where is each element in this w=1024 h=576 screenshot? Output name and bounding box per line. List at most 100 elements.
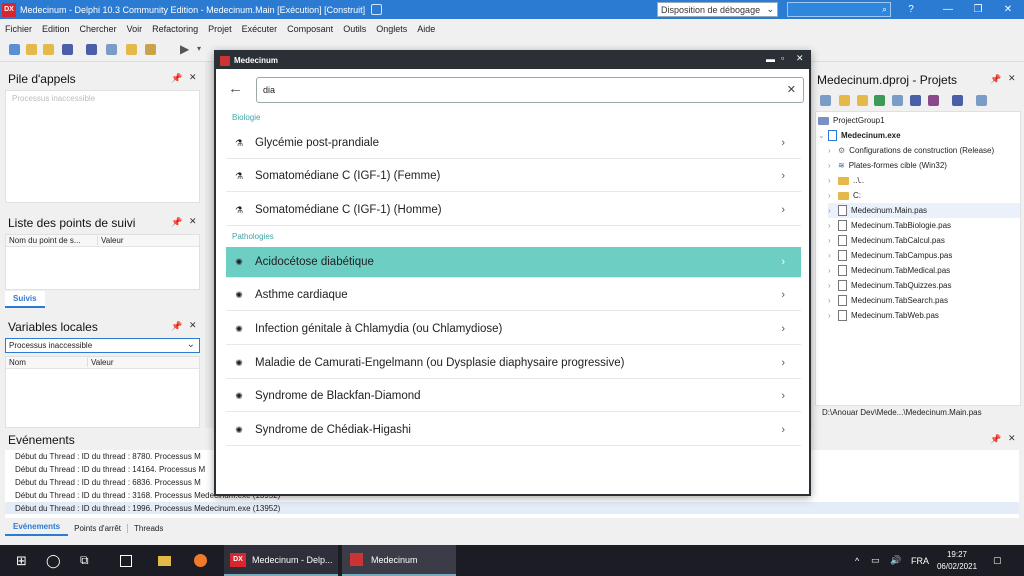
tree-item[interactable]: › Medecinum.TabSearch.pas: [828, 293, 1020, 308]
minimize-icon[interactable]: ▬: [766, 54, 775, 64]
pin-icon[interactable]: 📌: [171, 73, 182, 84]
menu-projet[interactable]: Projet: [208, 24, 232, 34]
tab-threads[interactable]: Threads: [128, 524, 169, 533]
volume-icon[interactable]: 🔊: [890, 545, 901, 576]
back-arrow-icon[interactable]: ←: [228, 80, 243, 97]
taskbar-app-delphi[interactable]: DX Medecinum - Delp...: [224, 545, 338, 576]
project-build-icon[interactable]: [910, 95, 921, 106]
tree-group[interactable]: ProjectGroup1: [818, 113, 1020, 128]
save-icon[interactable]: [62, 44, 73, 55]
help-button[interactable]: ?: [896, 0, 926, 19]
result-item[interactable]: ✺ Maladie de Camurati-Engelmann (ou Dyspl…: [226, 348, 801, 379]
add-folder-icon[interactable]: [126, 44, 137, 55]
project-open-icon[interactable]: [857, 95, 868, 106]
menu-aide[interactable]: Aide: [417, 24, 435, 34]
tab-points-arret[interactable]: Points d'arrêt: [68, 523, 129, 533]
taskbar-app-medecinum[interactable]: Medecinum: [342, 545, 456, 576]
run-icon[interactable]: ▶: [180, 42, 189, 56]
firefox-icon[interactable]: [194, 545, 207, 576]
project-add-icon[interactable]: [820, 95, 831, 106]
clock[interactable]: 19:27 06/02/2021: [937, 545, 977, 576]
search-input[interactable]: dia ✕: [256, 77, 804, 103]
project-folder-icon[interactable]: [839, 95, 850, 106]
result-item[interactable]: ⚗ Somatomédiane C (IGF-1) (Homme) ›: [226, 195, 801, 226]
menu-outils[interactable]: Outils: [343, 24, 366, 34]
close-icon[interactable]: ✕: [1008, 433, 1016, 444]
pin-icon[interactable]: 📌: [171, 321, 182, 332]
close-icon[interactable]: ✕: [189, 72, 197, 83]
windows-start-icon[interactable]: ⊞: [16, 545, 27, 576]
close-button[interactable]: ✕: [993, 0, 1023, 19]
tree-item[interactable]: › C:: [828, 188, 1020, 203]
tree-item[interactable]: › Medecinum.TabBiologie.pas: [828, 218, 1020, 233]
menu-chercher[interactable]: Chercher: [80, 24, 117, 34]
maximize-icon[interactable]: ▫: [781, 53, 784, 63]
result-item[interactable]: ✺ Syndrome de Blackfan-Diamond ›: [226, 381, 801, 412]
locals-process-select[interactable]: Processus inaccessible ⌄: [5, 338, 200, 353]
pin-icon[interactable]: 📌: [171, 217, 182, 228]
tree-exe[interactable]: ⌄ Medecinum.exe: [818, 128, 1020, 143]
menu-edition[interactable]: Edition: [42, 24, 70, 34]
run-dropdown-icon[interactable]: ▾: [197, 44, 201, 53]
result-item[interactable]: ✺ Syndrome de Chédiak-Higashi ›: [226, 415, 801, 446]
watch-col-value[interactable]: Valeur: [98, 236, 198, 245]
tree-item[interactable]: › ≋ Plates-formes cible (Win32): [828, 158, 1020, 173]
project-sync-icon[interactable]: [874, 95, 885, 106]
network-icon[interactable]: ▭: [871, 545, 880, 576]
menu-onglets[interactable]: Onglets: [376, 24, 407, 34]
task-view-icon[interactable]: ⧉: [80, 545, 89, 576]
tree-item[interactable]: › Medecinum.TabQuizzes.pas: [828, 278, 1020, 293]
menu-refactoring[interactable]: Refactoring: [152, 24, 198, 34]
close-icon[interactable]: ✕: [189, 216, 197, 227]
explorer-icon[interactable]: [158, 545, 171, 576]
open-icon[interactable]: [26, 44, 37, 55]
project-view-icon[interactable]: [976, 95, 987, 106]
result-item-selected[interactable]: ✺ Acidocétose diabétique ›: [226, 247, 801, 278]
maximize-button[interactable]: ❐: [963, 0, 993, 19]
event-line[interactable]: Début du Thread : ID du thread : 1996. P…: [5, 502, 1019, 515]
result-item[interactable]: ⚗ Glycémie post-prandiale ›: [226, 128, 801, 159]
locals-col-name[interactable]: Nom: [6, 358, 88, 367]
menu-voir[interactable]: Voir: [127, 24, 143, 34]
save-all-icon[interactable]: [86, 44, 97, 55]
menu-fichier[interactable]: Fichier: [5, 24, 32, 34]
result-item[interactable]: ✺ Infection génitale à Chlamydia (ou Chla…: [226, 314, 801, 345]
clear-icon[interactable]: ✕: [787, 83, 796, 96]
notification-icon[interactable]: ▢: [993, 545, 1002, 576]
close-icon[interactable]: ✕: [189, 320, 197, 331]
tree-item[interactable]: › Medecinum.TabCalcul.pas: [828, 233, 1020, 248]
remove-file-icon[interactable]: [145, 44, 156, 55]
tab-evenements[interactable]: Evénements: [5, 520, 69, 536]
layout-select[interactable]: Disposition de débogage ⌄: [657, 2, 778, 17]
close-icon[interactable]: ✕: [1008, 73, 1016, 84]
tree-item[interactable]: › ..\..: [828, 173, 1020, 188]
menu-composant[interactable]: Composant: [287, 24, 333, 34]
minimize-button[interactable]: —: [933, 0, 963, 19]
tree-item[interactable]: › Medecinum.Main.pas: [828, 203, 1020, 218]
project-config-icon[interactable]: [928, 95, 939, 106]
ide-search-input[interactable]: ⌕: [787, 2, 891, 17]
close-icon[interactable]: ✕: [796, 53, 804, 64]
tree-item[interactable]: › Medecinum.TabCampus.pas: [828, 248, 1020, 263]
tree-item[interactable]: › ⚙ Configurations de construction (Releas…: [828, 143, 1020, 158]
tree-item[interactable]: › Medecinum.TabMedical.pas: [828, 263, 1020, 278]
locals-col-value[interactable]: Valeur: [88, 358, 198, 367]
new-icon[interactable]: [9, 44, 20, 55]
desktop-icon[interactable]: [371, 4, 383, 15]
project-options-icon[interactable]: [892, 95, 903, 106]
tray-chevron-icon[interactable]: ^: [855, 545, 859, 576]
project-target-icon[interactable]: [952, 95, 963, 106]
result-item[interactable]: ⚗ Somatomédiane C (IGF-1) (Femme) ›: [226, 161, 801, 192]
search-circle-icon[interactable]: ◯: [46, 545, 61, 576]
watch-col-name[interactable]: Nom du point de s...: [6, 236, 98, 245]
open-project-icon[interactable]: [43, 44, 54, 55]
store-icon[interactable]: [120, 545, 132, 576]
pin-icon[interactable]: 📌: [990, 434, 1001, 445]
pin-icon[interactable]: 📌: [990, 74, 1001, 85]
language-indicator[interactable]: FRA: [911, 545, 929, 576]
result-item[interactable]: ✺ Asthme cardiaque ›: [226, 280, 801, 311]
menu-executer[interactable]: Exécuter: [242, 24, 278, 34]
tree-item[interactable]: › Medecinum.TabWeb.pas: [828, 308, 1020, 323]
add-file-icon[interactable]: [106, 44, 117, 55]
tab-suivis[interactable]: Suivis: [5, 291, 45, 308]
